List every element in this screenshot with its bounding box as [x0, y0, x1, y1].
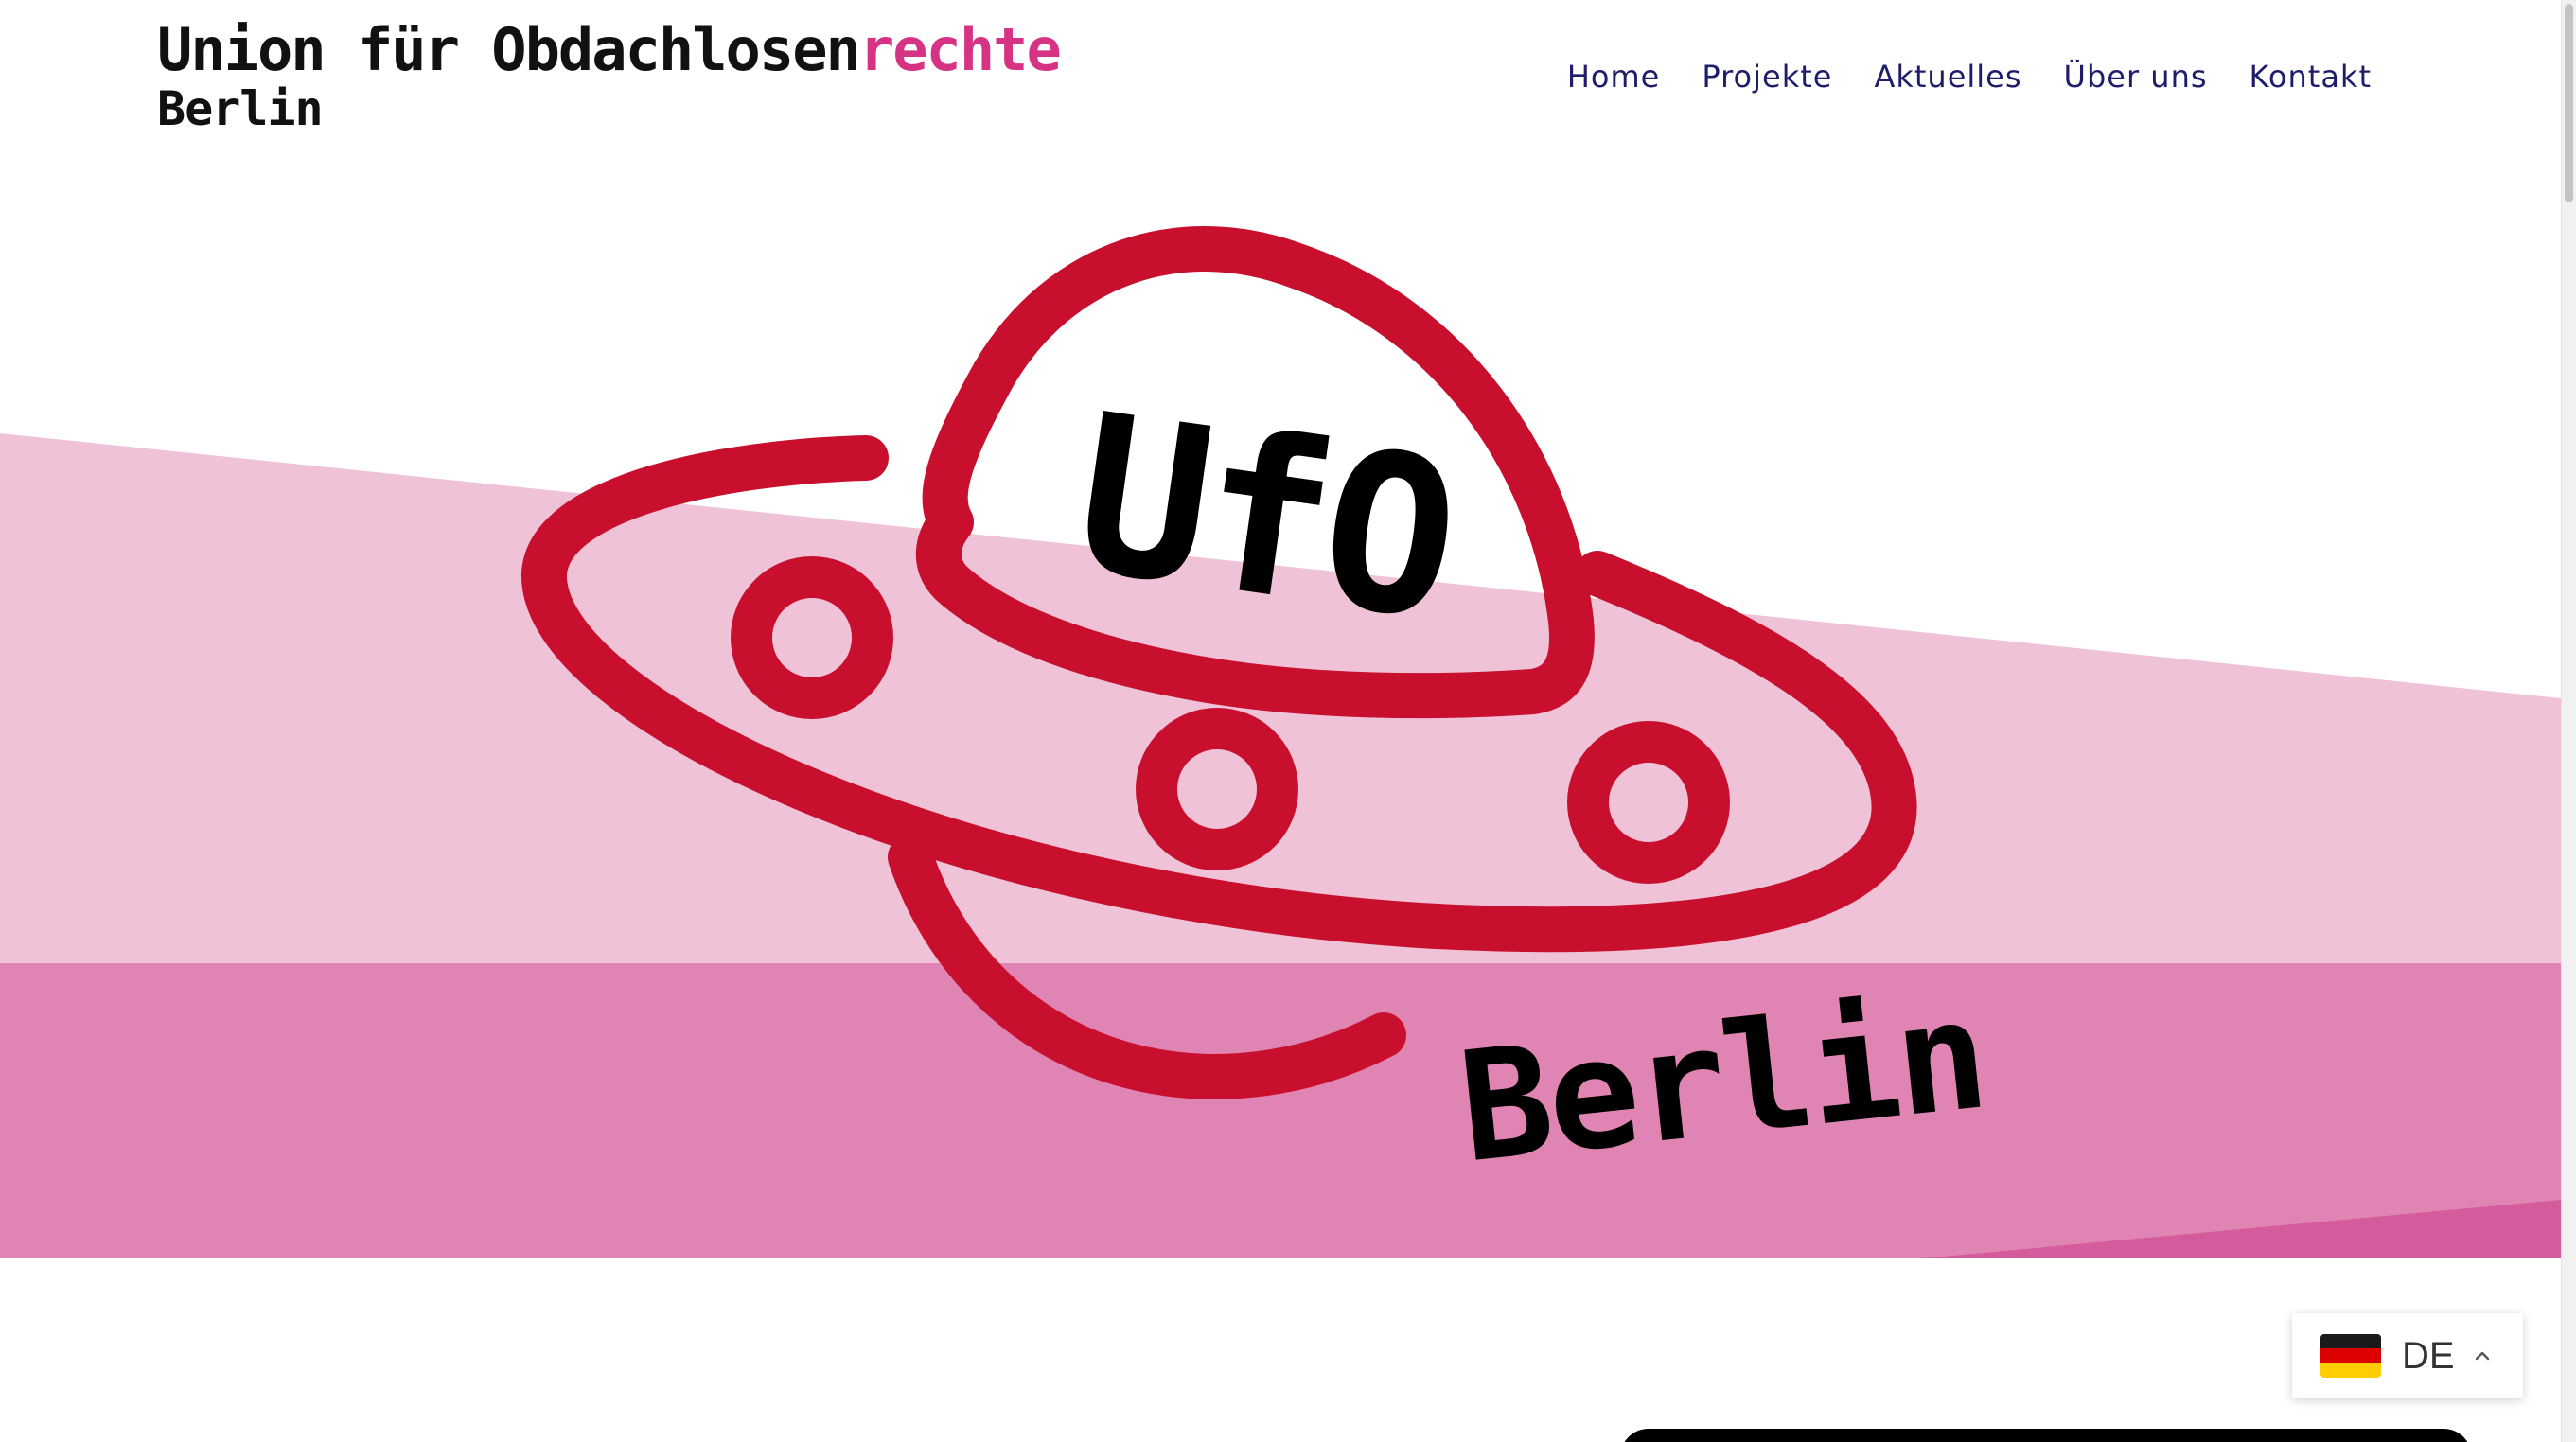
nav-item-kontakt[interactable]: Kontakt — [2250, 59, 2372, 95]
scrollbar-thumb[interactable] — [2565, 4, 2573, 202]
nav-item-aktuelles[interactable]: Aktuelles — [1874, 59, 2021, 95]
hero-banner: UfO Berlin — [0, 176, 2561, 1258]
main-nav: Home Projekte Aktuelles Über uns Kontakt — [1567, 59, 2372, 95]
hero-mid-band — [0, 963, 2561, 1258]
logo-title-accent: rechte — [858, 15, 1062, 84]
page-scrollbar[interactable] — [2561, 0, 2576, 1442]
language-code: DE — [2402, 1334, 2455, 1377]
nav-item-projekte[interactable]: Projekte — [1702, 59, 1832, 95]
site-header: Union für Obdachlosenrechte Berlin Home … — [0, 0, 2561, 176]
ufo-logo-title: UfO — [1063, 367, 1465, 669]
germany-flag-icon — [2320, 1334, 2381, 1378]
chevron-up-icon — [2475, 1351, 2489, 1361]
page: Union für Obdachlosenrechte Berlin Home … — [0, 0, 2576, 1442]
logo-subtitle: Berlin — [157, 81, 324, 136]
nav-item-ueber-uns[interactable]: Über uns — [2064, 59, 2208, 95]
bottom-card-edge — [1620, 1429, 2472, 1442]
hero-graphic: UfO Berlin — [0, 176, 2561, 1258]
logo-title: Union für Obdachlosenrechte — [157, 21, 1062, 79]
nav-item-home[interactable]: Home — [1567, 59, 1661, 95]
site-logo[interactable]: Union für Obdachlosenrechte Berlin — [157, 21, 1062, 136]
logo-title-main: Union für Obdachlosen — [157, 15, 861, 84]
language-switcher[interactable]: DE — [2292, 1313, 2523, 1398]
